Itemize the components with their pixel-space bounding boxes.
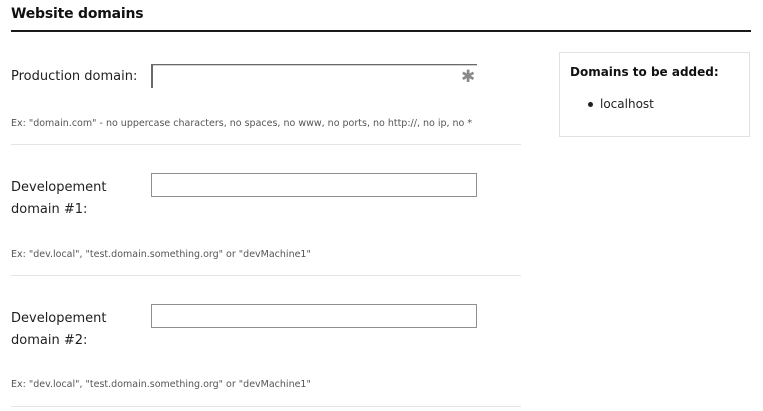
dev-domain-1-input[interactable] bbox=[151, 173, 477, 197]
row-divider bbox=[11, 406, 521, 407]
dev-domain-2-row: Developement domain #2: Ex: "dev.local",… bbox=[11, 304, 521, 408]
row-divider bbox=[11, 275, 521, 276]
dev-domain-2-label-line1: Developement bbox=[11, 311, 107, 326]
title-divider bbox=[11, 30, 751, 32]
dev-domain-1-label: Developement domain #1: bbox=[11, 177, 107, 221]
production-domain-row: Production domain: ✱ Ex: "domain.com" - … bbox=[11, 62, 521, 146]
production-domain-input[interactable] bbox=[151, 64, 477, 88]
row-divider bbox=[11, 144, 521, 145]
dev-domain-2-label: Developement domain #2: bbox=[11, 308, 107, 352]
dev-domain-1-label-line1: Developement bbox=[11, 180, 107, 195]
domains-to-add-title: Domains to be added: bbox=[570, 65, 719, 79]
dev-domain-1-row: Developement domain #1: Ex: "dev.local",… bbox=[11, 173, 521, 277]
website-domains-page: Website domains Production domain: ✱ Ex:… bbox=[0, 0, 763, 411]
domains-to-add-item: localhost bbox=[586, 96, 654, 112]
production-domain-label: Production domain: bbox=[11, 69, 138, 84]
required-asterisk-icon: ✱ bbox=[461, 67, 476, 87]
domains-to-add-box: Domains to be added: localhost bbox=[559, 52, 750, 137]
dev-domain-1-hint: Ex: "dev.local", "test.domain.something.… bbox=[11, 249, 311, 260]
production-domain-hint: Ex: "domain.com" - no uppercase characte… bbox=[11, 118, 473, 129]
dev-domain-2-label-line2: domain #2: bbox=[11, 333, 88, 348]
bullet-icon bbox=[588, 102, 593, 107]
dev-domain-2-input[interactable] bbox=[151, 304, 477, 328]
dev-domain-2-hint: Ex: "dev.local", "test.domain.something.… bbox=[11, 379, 311, 390]
dev-domain-1-label-line2: domain #1: bbox=[11, 202, 88, 217]
domains-to-add-item-label: localhost bbox=[600, 97, 654, 111]
section-title: Website domains bbox=[11, 6, 144, 22]
domains-to-add-list: localhost bbox=[586, 96, 654, 112]
